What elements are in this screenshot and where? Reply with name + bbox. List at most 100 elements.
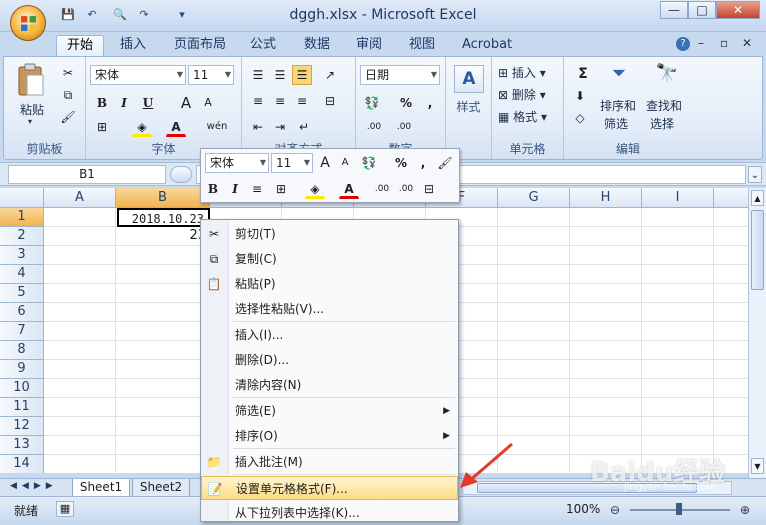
grid-cell[interactable] [44, 265, 116, 284]
menu-item-6[interactable]: 清除内容(N) [201, 373, 458, 397]
grid-cell[interactable] [44, 398, 116, 417]
grid-cell[interactable] [44, 208, 116, 227]
grid-cell[interactable] [714, 417, 748, 436]
decrease-decimal-button[interactable]: .00 [392, 117, 416, 137]
cell-b1[interactable]: 2018.10.23 [117, 208, 210, 227]
select-all-corner[interactable] [0, 188, 44, 208]
col-header-a[interactable]: A [44, 188, 116, 208]
grid-cell[interactable] [714, 322, 748, 341]
align-center-icon[interactable]: ≡ [270, 91, 290, 111]
increase-indent-icon[interactable]: ⇥ [270, 117, 290, 137]
grid-cell[interactable] [498, 360, 570, 379]
sheet-tab-sheet1[interactable]: Sheet1 [72, 479, 130, 497]
mini-shrink-font-button[interactable]: A [335, 153, 355, 173]
grid-cell[interactable] [498, 265, 570, 284]
font-color-icon[interactable]: A [166, 117, 186, 137]
mini-decrease-decimal-icon[interactable]: .00 [395, 179, 417, 199]
row-header-12[interactable]: 12 [0, 417, 44, 436]
grid-cell[interactable] [116, 341, 210, 360]
grid-cell[interactable] [570, 303, 642, 322]
mini-bold-button[interactable]: B [203, 179, 223, 199]
row-header-4[interactable]: 4 [0, 265, 44, 284]
row-header-6[interactable]: 6 [0, 303, 44, 322]
align-top-icon[interactable]: ☰ [248, 65, 268, 85]
row-header-9[interactable]: 9 [0, 360, 44, 379]
format-cells-button[interactable]: ▦ 格式 ▾ [498, 108, 547, 125]
menu-item-4[interactable]: 插入(I)... [201, 323, 458, 347]
close-button[interactable]: ✕ [716, 1, 760, 19]
zoom-in-icon[interactable]: ⊕ [740, 503, 750, 517]
col-header-g[interactable]: G [498, 188, 570, 208]
grid-cell[interactable] [642, 284, 714, 303]
grid-cell[interactable] [642, 398, 714, 417]
grid-cell[interactable] [570, 398, 642, 417]
col-header-b[interactable]: B [116, 188, 210, 208]
grid-cell[interactable] [44, 360, 116, 379]
scroll-up-icon[interactable]: ▲ [751, 190, 764, 206]
doc-minimize-icon[interactable]: – [698, 36, 704, 50]
grid-cell[interactable] [714, 303, 748, 322]
scroll-down-icon[interactable]: ▼ [751, 458, 764, 474]
mini-increase-decimal-icon[interactable]: .00 [371, 179, 393, 199]
mini-center-icon[interactable]: ≡ [247, 179, 267, 199]
grid-cell[interactable] [714, 246, 748, 265]
cell-b2[interactable]: 23 [116, 227, 210, 246]
grid-cell[interactable] [116, 360, 210, 379]
row-header-5[interactable]: 5 [0, 284, 44, 303]
grid-cell[interactable] [570, 341, 642, 360]
grid-cell[interactable] [498, 322, 570, 341]
orientation-icon[interactable]: ↗ [320, 65, 340, 85]
menu-item-2[interactable]: 📋 粘贴(P) [201, 272, 458, 296]
wrap-text-icon[interactable]: ↵ [294, 117, 314, 137]
bold-button[interactable]: B [92, 93, 112, 113]
grid-cell[interactable] [570, 417, 642, 436]
row-header-10[interactable]: 10 [0, 379, 44, 398]
zoom-level[interactable]: 100% [566, 502, 600, 516]
increase-decimal-button[interactable]: .00 [362, 117, 386, 137]
grid-cell[interactable] [642, 246, 714, 265]
underline-button[interactable]: U [138, 93, 158, 113]
tab-view[interactable]: 视图 [399, 35, 445, 56]
office-button[interactable] [10, 5, 46, 41]
number-format-dropdown[interactable]: 日期 ▼ [360, 65, 440, 85]
grid-cell[interactable] [642, 379, 714, 398]
name-box[interactable]: B1 [8, 165, 166, 184]
help-icon[interactable]: ? [676, 37, 690, 51]
menu-item-7[interactable]: 筛选(E) ▶ [201, 399, 458, 423]
shrink-font-button[interactable]: A [198, 93, 218, 113]
grid-cell[interactable] [714, 341, 748, 360]
row-header-3[interactable]: 3 [0, 246, 44, 265]
vertical-scrollbar[interactable]: ▲ ▼ [748, 188, 766, 488]
grid-cell[interactable] [570, 246, 642, 265]
grid-cell[interactable] [714, 208, 748, 227]
grid-cell[interactable] [642, 265, 714, 284]
sort-filter-label-2[interactable]: 筛选 [604, 115, 628, 132]
tab-review[interactable]: 审阅 [346, 35, 392, 56]
grid-cell[interactable] [714, 398, 748, 417]
zoom-slider-thumb[interactable] [676, 503, 682, 515]
grid-cell[interactable] [498, 246, 570, 265]
format-painter-icon[interactable]: 🖌 [58, 107, 78, 127]
grid-cell[interactable] [44, 455, 116, 473]
tab-page-layout[interactable]: 页面布局 [164, 35, 236, 56]
sheet-tab-sheet2[interactable]: Sheet2 [132, 479, 190, 497]
paste-large-button[interactable] [16, 63, 46, 99]
grid-cell[interactable] [498, 398, 570, 417]
tab-home[interactable]: 开始 [56, 35, 105, 56]
sheet-nav-icons[interactable]: ◀◀▶▶ [10, 481, 58, 491]
row-header-2[interactable]: 2 [0, 227, 44, 246]
grid-cell[interactable] [44, 417, 116, 436]
macro-record-icon[interactable]: ▦ [56, 501, 74, 517]
comma-button[interactable]: , [420, 93, 440, 113]
align-bottom-icon[interactable]: ☰ [292, 65, 312, 85]
menu-item-9[interactable]: 📁 插入批注(M) [201, 450, 458, 474]
merge-center-icon[interactable]: ⊟ [320, 91, 340, 111]
grid-cell[interactable] [570, 379, 642, 398]
currency-icon[interactable]: 💱 [362, 93, 382, 113]
scroll-thumb[interactable] [751, 210, 764, 290]
paste-dropdown-icon[interactable]: ▾ [28, 117, 32, 126]
decrease-indent-icon[interactable]: ⇤ [248, 117, 268, 137]
tab-data[interactable]: 数据 [294, 35, 340, 56]
font-name-dropdown[interactable]: 宋体 ▼ [90, 65, 186, 85]
row-header-11[interactable]: 11 [0, 398, 44, 417]
